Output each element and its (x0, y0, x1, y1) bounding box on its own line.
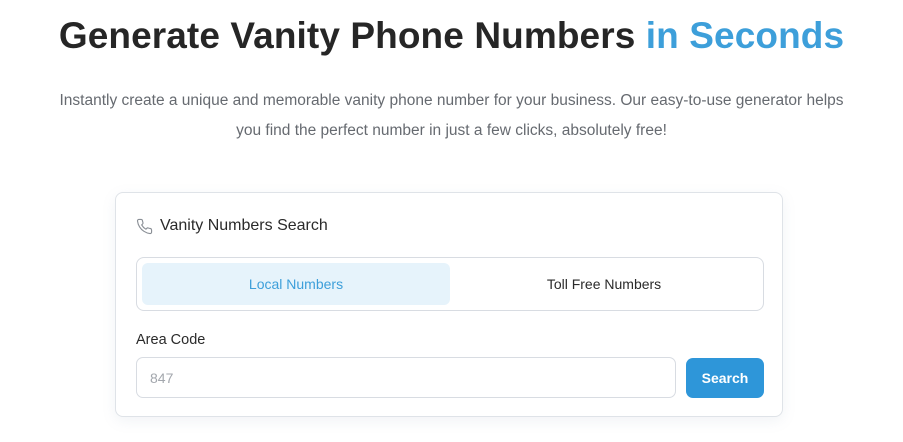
vanity-search-card: Vanity Numbers Search Local Numbers Toll… (115, 192, 783, 417)
number-type-tabs: Local Numbers Toll Free Numbers (136, 257, 764, 311)
tab-toll-free-numbers[interactable]: Toll Free Numbers (450, 263, 758, 305)
card-header: Vanity Numbers Search (136, 215, 328, 237)
page-title-accent: in Seconds (645, 15, 845, 56)
area-code-label: Area Code (136, 332, 206, 348)
page-subtitle: Instantly create a unique and memorable … (0, 86, 903, 146)
page-title-main: Generate Vanity Phone Numbers (58, 15, 646, 56)
page-subtitle-line-2: you find the perfect number in just a fe… (236, 122, 667, 139)
page: Generate Vanity Phone Numbers in Seconds… (0, 0, 903, 442)
area-code-input[interactable] (136, 357, 676, 398)
search-button[interactable]: Search (686, 358, 764, 398)
tab-local-numbers[interactable]: Local Numbers (142, 263, 450, 305)
page-subtitle-line-1: Instantly create a unique and memorable … (59, 92, 844, 109)
page-title: Generate Vanity Phone Numbers in Seconds (0, 12, 903, 60)
phone-icon (136, 218, 153, 235)
card-title: Vanity Numbers Search (160, 217, 328, 234)
